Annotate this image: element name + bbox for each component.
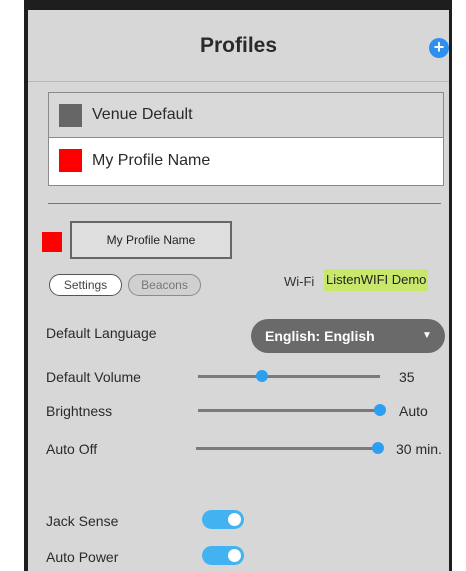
section-divider bbox=[48, 203, 441, 204]
auto-power-toggle[interactable] bbox=[202, 546, 244, 565]
language-dropdown[interactable]: English: English ▼ bbox=[251, 319, 445, 353]
profiles-panel: Profiles + Venue Default My Profile Name… bbox=[28, 10, 449, 571]
jack-sense-label: Jack Sense bbox=[46, 513, 119, 529]
auto-off-slider-track bbox=[196, 447, 378, 450]
volume-slider-track bbox=[198, 375, 380, 378]
profile-list-item[interactable]: Venue Default bbox=[49, 93, 443, 138]
profile-name-field[interactable]: My Profile Name bbox=[70, 221, 232, 259]
tab-beacons[interactable]: Beacons bbox=[128, 274, 201, 296]
profile-label: My Profile Name bbox=[92, 151, 211, 169]
page-title: Profiles bbox=[199, 34, 278, 57]
wifi-network-name: ListenWIFI Demo bbox=[324, 269, 429, 291]
brightness-slider[interactable] bbox=[198, 401, 388, 421]
volume-value: 35 bbox=[399, 369, 415, 385]
language-selected-value: English: English bbox=[265, 328, 375, 344]
brightness-value: Auto bbox=[399, 403, 428, 419]
auto-off-value: 30 min. bbox=[396, 441, 442, 457]
tab-settings[interactable]: Settings bbox=[49, 274, 122, 296]
volume-slider-thumb[interactable] bbox=[256, 370, 268, 382]
profile-list-item[interactable]: My Profile Name bbox=[49, 138, 443, 183]
chevron-down-icon: ▼ bbox=[422, 330, 432, 341]
header-divider bbox=[28, 81, 449, 82]
profile-list: Venue Default My Profile Name bbox=[48, 92, 444, 186]
default-language-label: Default Language bbox=[46, 325, 157, 341]
profile-color-swatch bbox=[59, 103, 82, 127]
auto-off-label: Auto Off bbox=[46, 441, 98, 457]
wifi-label: Wi-Fi bbox=[284, 274, 315, 289]
profile-label: Venue Default bbox=[92, 106, 193, 123]
volume-slider[interactable] bbox=[198, 367, 388, 387]
add-profile-button[interactable]: + bbox=[429, 38, 449, 58]
auto-off-slider-thumb[interactable] bbox=[372, 442, 384, 454]
auto-power-label: Auto Power bbox=[46, 549, 119, 565]
window-frame: Profiles + Venue Default My Profile Name… bbox=[24, 0, 452, 571]
brightness-slider-track bbox=[198, 409, 380, 412]
default-volume-label: Default Volume bbox=[46, 369, 141, 385]
brightness-slider-thumb[interactable] bbox=[374, 404, 386, 416]
plus-circle-icon: + bbox=[433, 37, 445, 57]
brightness-label: Brightness bbox=[46, 403, 113, 419]
profile-color-swatch bbox=[59, 149, 82, 172]
jack-sense-toggle[interactable] bbox=[202, 510, 244, 529]
toggle-knob bbox=[228, 513, 241, 526]
toggle-knob bbox=[228, 549, 241, 562]
profile-color-picker[interactable] bbox=[42, 232, 62, 252]
auto-off-slider[interactable] bbox=[196, 439, 388, 459]
